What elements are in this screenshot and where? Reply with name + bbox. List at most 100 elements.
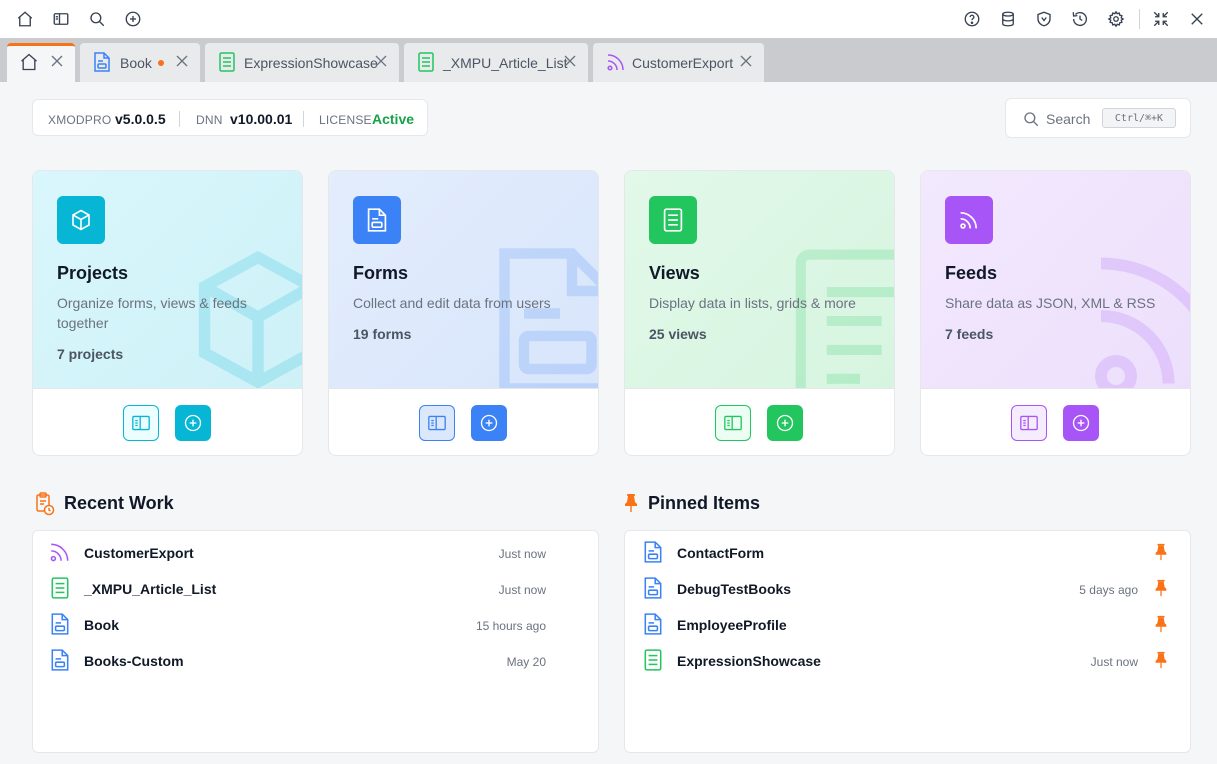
database-icon[interactable]: [996, 7, 1020, 31]
list-item[interactable]: Book 15 hours ago: [33, 607, 598, 643]
form-icon: [643, 577, 663, 599]
card-title: Feeds: [945, 263, 998, 283]
license-status: Active: [372, 111, 415, 127]
form-icon: [643, 541, 663, 563]
card-actions: [33, 388, 302, 455]
form-watermark: [497, 246, 598, 388]
list-item[interactable]: _XMPU_Article_List Just now: [33, 571, 598, 607]
tab-close-icon[interactable]: [564, 55, 576, 67]
card-header: Projects Organize forms, views & feeds t…: [33, 171, 302, 388]
view-icon: [417, 52, 435, 72]
dnn-version: v10.00.01: [230, 111, 293, 127]
plus-circle-icon[interactable]: [121, 7, 145, 31]
recent-clipboard-icon: [35, 492, 55, 516]
home-icon: [19, 52, 39, 72]
card-forms: Forms Collect and edit data from users 1…: [328, 170, 599, 456]
list-item[interactable]: DebugTestBooks 5 days ago: [625, 571, 1190, 607]
card-header: Views Display data in lists, grids & mor…: [625, 171, 894, 388]
search-shortcut: Ctrl/⌘+K: [1102, 108, 1176, 128]
item-time: 5 days ago: [1079, 583, 1138, 597]
panel-icon[interactable]: [49, 7, 73, 31]
list-item[interactable]: EmployeeProfile: [625, 607, 1190, 643]
form-icon: [643, 613, 663, 635]
card-description: Organize forms, views & feeds together: [57, 295, 247, 331]
card-title: Views: [649, 263, 700, 283]
unpin-icon[interactable]: [1154, 615, 1168, 633]
unpin-icon[interactable]: [1154, 579, 1168, 597]
form-icon: [50, 649, 70, 671]
tab-close-icon[interactable]: [375, 55, 387, 67]
collapse-icon[interactable]: [1149, 7, 1173, 31]
search-placeholder: Search: [1046, 111, 1091, 127]
card-actions: [921, 388, 1190, 455]
tab-home[interactable]: [7, 43, 75, 82]
card-count: 7 feeds: [945, 326, 994, 342]
card-count: 25 views: [649, 326, 707, 342]
view-icon: [643, 649, 663, 671]
item-time: Just now: [1090, 655, 1138, 669]
pin-icon: [624, 493, 638, 513]
browse-projects-button[interactable]: [123, 405, 159, 441]
form-icon: [50, 613, 70, 635]
search-icon[interactable]: [85, 7, 109, 31]
xmodpro-label: XMODPRO: [48, 113, 112, 127]
recent-work-panel: CustomerExport Just now _XMPU_Article_Li…: [32, 530, 599, 753]
shield-icon[interactable]: [1032, 7, 1056, 31]
list-item[interactable]: ExpressionShowcase Just now: [625, 643, 1190, 679]
card-projects: Projects Organize forms, views & feeds t…: [32, 170, 303, 456]
gear-icon[interactable]: [1104, 7, 1128, 31]
card-description: Display data in lists, grids & more: [649, 295, 856, 311]
tab-customerexport[interactable]: CustomerExport: [593, 43, 764, 82]
add-view-button[interactable]: [767, 405, 803, 441]
view-icon: [218, 52, 236, 72]
home-icon[interactable]: [13, 7, 37, 31]
card-header: Feeds Share data as JSON, XML & RSS 7 fe…: [921, 171, 1190, 388]
card-description: Collect and edit data from users: [353, 295, 551, 311]
item-name: ContactForm: [677, 545, 765, 561]
xmodpro-version: v5.0.0.5: [115, 111, 166, 127]
add-form-button[interactable]: [471, 405, 507, 441]
browse-forms-button[interactable]: [419, 405, 455, 441]
tab-close-icon[interactable]: [176, 55, 188, 67]
add-project-button[interactable]: [175, 405, 211, 441]
view-watermark: [795, 246, 894, 388]
feed-icon: [49, 541, 71, 563]
tab-bar: Book ExpressionShowcase _XMPU_Article_Li…: [0, 38, 1217, 82]
item-name: Books-Custom: [84, 653, 184, 669]
history-icon[interactable]: [1068, 7, 1092, 31]
dnn-label: DNN: [196, 113, 223, 127]
top-toolbar: [0, 0, 1217, 38]
card-description: Share data as JSON, XML & RSS: [945, 295, 1156, 311]
pinned-items-title: Pinned Items: [648, 493, 761, 513]
unpin-icon[interactable]: [1154, 651, 1168, 669]
browse-feeds-button[interactable]: [1011, 405, 1047, 441]
card-views: Views Display data in lists, grids & mor…: [624, 170, 895, 456]
item-name: _XMPU_Article_List: [84, 581, 217, 597]
feed-icon: [945, 196, 993, 244]
tab-close-icon[interactable]: [51, 55, 63, 67]
recent-work-title: Recent Work: [64, 493, 174, 513]
tab-label: Book: [120, 54, 152, 71]
card-title: Forms: [353, 263, 409, 283]
browse-views-button[interactable]: [715, 405, 751, 441]
card-header: Forms Collect and edit data from users 1…: [329, 171, 598, 388]
close-icon[interactable]: [1185, 7, 1209, 31]
tab-book[interactable]: Book: [80, 43, 200, 82]
item-time: 15 hours ago: [475, 619, 546, 633]
tab-close-icon[interactable]: [740, 55, 752, 67]
add-feed-button[interactable]: [1063, 405, 1099, 441]
list-item[interactable]: Books-Custom May 20: [33, 643, 598, 679]
list-item[interactable]: CustomerExport Just now: [33, 535, 598, 571]
search-box[interactable]: Search Ctrl/⌘+K: [1005, 98, 1191, 138]
item-name: DebugTestBooks: [677, 581, 792, 597]
tab-xmpu-article-list[interactable]: _XMPU_Article_List: [404, 43, 588, 82]
unsaved-dot: [158, 60, 164, 66]
item-name: CustomerExport: [84, 545, 194, 561]
form-icon: [93, 52, 111, 72]
tab-expressionshowcase[interactable]: ExpressionShowcase: [205, 43, 399, 82]
list-item[interactable]: ContactForm: [625, 535, 1190, 571]
feed-watermark: [1071, 256, 1190, 388]
card-actions: [625, 388, 894, 455]
unpin-icon[interactable]: [1154, 543, 1168, 561]
help-icon[interactable]: [960, 7, 984, 31]
